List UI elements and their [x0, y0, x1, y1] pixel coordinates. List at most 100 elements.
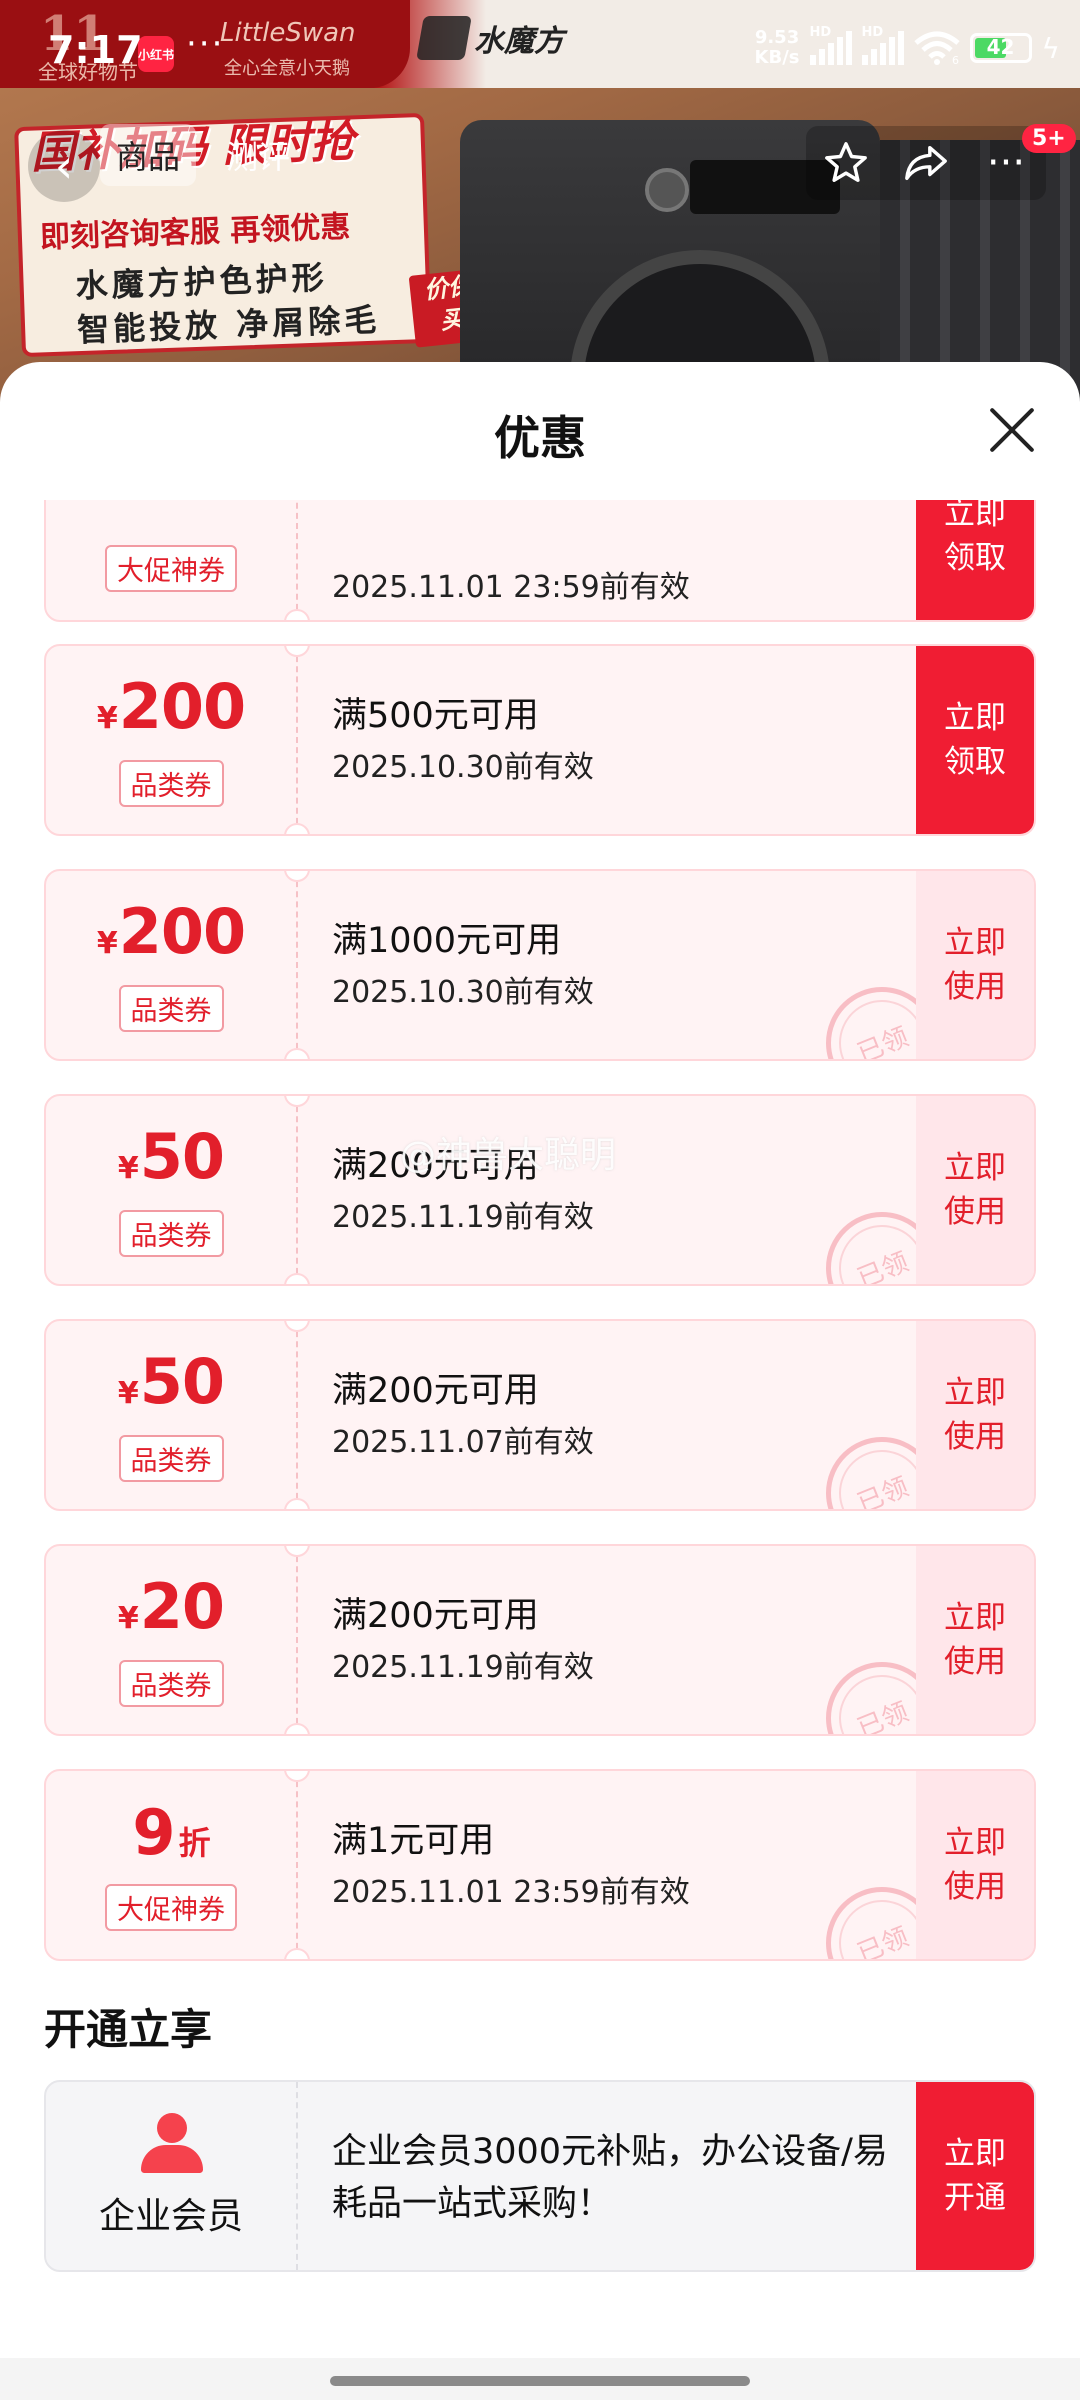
coupon-info: 满500元可用 2025.10.30前有效 [332, 694, 594, 786]
status-icons: 9.53 KB/s HD HD 6 42 ϟ [754, 25, 1060, 68]
coupon-tag: 品类券 [118, 1209, 224, 1257]
member-description: 企业会员3000元补贴，办公设备/易耗品一站式采购！ [332, 2132, 888, 2224]
coupon-value: ¥200 品类券 [46, 646, 296, 834]
sheet-title: 优惠 [494, 411, 586, 465]
coupon-value: ¥50 品类券 [46, 1321, 296, 1509]
coupon-sheet: 优惠 大促神券 2025.11.01 23:59前有效 立即 领取 ¥200 品类… [0, 362, 1080, 2400]
coupon-value: 大促神券 [46, 500, 296, 620]
currency-symbol: ¥ [117, 1375, 139, 1411]
coupon-amount-value: 200 [118, 894, 246, 968]
coupon-amount-value: 200 [118, 669, 246, 743]
share-button[interactable] [898, 135, 954, 191]
coupon-amount: ¥200 [97, 673, 246, 752]
coupon-card: ¥50 品类券 满200元可用 2025.11.07前有效 已领 立即 使用 [44, 1319, 1036, 1511]
coupon-amount: ¥200 [96, 898, 246, 977]
coupon-info: 满200元可用 2025.11.07前有效 [332, 1369, 594, 1461]
use-coupon-button[interactable]: 立即 使用 [916, 1771, 1034, 1959]
close-icon[interactable] [986, 404, 1038, 456]
coupon-card: 9折 大促神券 满1元可用 2025.11.01 23:59前有效 已领 立即使… [44, 1769, 1036, 1961]
promo-feature-2: 智能投放 净屑除毛 [76, 300, 381, 350]
coupon-card: ¥200 品类券 满1000元可用 2025.10.30前有效 已领 立即 使用 [44, 869, 1036, 1061]
coupon-condition: 满1元可用 [332, 1821, 495, 1861]
clock: 7:17 [48, 28, 143, 72]
wifi-label: 6 [952, 54, 959, 65]
coupon-action-label: 立即 使用 [944, 1825, 1006, 1905]
coupon-tag: 大促神券 [105, 1883, 237, 1931]
coupon-info: 满1元可用 2025.11.01 23:59前有效 [332, 1819, 690, 1911]
tab-review[interactable]: 测评 [210, 124, 306, 186]
claim-coupon-button[interactable]: 立即 领取 [916, 500, 1034, 620]
signal-icon: HD [809, 25, 852, 65]
coupon-card: ¥200 品类券 满500元可用 2025.10.30前有效 立即 领取 [44, 644, 1036, 836]
hd-label: HD [809, 25, 832, 40]
coupon-value: 9折 大促神券 [46, 1771, 296, 1959]
coupon-value: ¥20 品类券 [46, 1546, 296, 1734]
coupon-action-label: 立即 使用 [944, 1600, 1006, 1680]
washer-dial [645, 168, 689, 212]
star-icon [825, 142, 867, 182]
coupon-card: 大促神券 2025.11.01 23:59前有效 立即 领取 [44, 500, 1036, 622]
coupon-tag: 大促神券 [105, 545, 237, 592]
currency-symbol: ¥ [117, 1600, 139, 1636]
wifi-icon: 6 [913, 31, 960, 65]
coupon-card: ¥20 品类券 满200元可用 2025.11.19前有效 已领 立即 使用 [44, 1544, 1036, 1736]
back-button[interactable]: ‹ [28, 130, 100, 202]
open-membership-button[interactable]: 立即 开通 [916, 2082, 1034, 2270]
page-tabs: 商品 测评 [100, 124, 306, 186]
coupon-action-label: 立即 领取 [944, 500, 1006, 576]
hd-label-2: HD [861, 25, 884, 40]
use-coupon-button[interactable]: 立即 使用 [916, 1096, 1034, 1284]
coupon-condition: 满200元可用 [332, 1146, 539, 1186]
coupon-expiry: 2025.11.01 23:59前有效 [332, 570, 690, 605]
coupon-expiry: 2025.11.01 23:59前有效 [332, 1875, 690, 1910]
coupon-value: ¥200 品类券 [46, 871, 296, 1059]
coupon-action-label: 立即 使用 [944, 1375, 1006, 1455]
coupon-condition: 满200元可用 [332, 1596, 539, 1636]
use-coupon-button[interactable]: 立即 使用 [916, 1321, 1034, 1509]
tab-product[interactable]: 商品 [100, 124, 197, 186]
coupon-amount: 9折 [132, 1799, 211, 1876]
coupon-expiry: 2025.11.07前有效 [332, 1425, 594, 1460]
currency-symbol: ¥ [96, 925, 118, 961]
coupon-tag: 品类券 [118, 984, 224, 1032]
coupon-amount: ¥20 [117, 1573, 225, 1652]
section-title: 开通立享 [44, 2005, 213, 2054]
coupon-expiry: 2025.11.19前有效 [332, 1650, 594, 1685]
currency-symbol: ¥ [117, 1150, 139, 1186]
battery-level: 42 [986, 35, 1015, 59]
discount-unit: 折 [178, 1823, 211, 1862]
coupon-card: ¥50 品类券 满200元可用 2025.11.19前有效 已领 立即 使用 [44, 1094, 1036, 1286]
coupon-info: 满200元可用 2025.11.19前有效 [332, 1144, 594, 1236]
coupon-expiry: 2025.10.30前有效 [332, 975, 594, 1010]
use-coupon-button[interactable]: 立即 使用 [916, 871, 1034, 1059]
coupon-action-label: 立即 使用 [944, 1150, 1006, 1230]
page-actions: ··· [806, 126, 1046, 200]
battery-icon: 42 [969, 33, 1032, 63]
network-speed-unit: KB/s [754, 47, 800, 68]
home-indicator[interactable] [330, 2376, 750, 2386]
more-icon: ··· [986, 140, 1026, 186]
coupon-info: 满200元可用 2025.11.19前有效 [332, 1594, 594, 1686]
member-action-label: 立即 开通 [944, 2136, 1006, 2216]
coupon-info: 满1000元可用 2025.10.30前有效 [332, 919, 594, 1011]
coupon-amount: ¥50 [117, 1348, 225, 1427]
coupon-tag: 品类券 [118, 1434, 224, 1482]
promo-consult: 即刻咨询客服 再领优惠 [39, 209, 351, 256]
use-coupon-button[interactable]: 立即 使用 [916, 1546, 1034, 1734]
enterprise-member-card: 企业会员 企业会员3000元补贴，办公设备/易耗品一站式采购！ 立即 开通 [44, 2080, 1036, 2272]
charging-icon: ϟ [1041, 31, 1060, 65]
coupon-condition: 满200元可用 [332, 1371, 539, 1411]
coupon-amount: ¥50 [117, 1123, 225, 1202]
coupon-info: 2025.11.01 23:59前有效 [332, 558, 690, 606]
claim-coupon-button[interactable]: 立即 领取 [916, 646, 1034, 834]
coupon-amount-value: 20 [139, 1569, 225, 1643]
coupon-action-label: 立即 使用 [944, 925, 1006, 1005]
more-notifications-icon: ··· [186, 24, 225, 64]
coupon-amount-value: 50 [139, 1119, 225, 1193]
coupon-condition: 满500元可用 [332, 696, 539, 736]
coupon-amount-value: 50 [139, 1344, 225, 1418]
coupon-expiry: 2025.11.19前有效 [332, 1200, 594, 1235]
favorite-button[interactable] [818, 135, 874, 191]
status-bar: 7:17 ··· 9.53 KB/s HD HD 6 42 ϟ [0, 0, 1080, 80]
coupon-amount-value: 9 [132, 1795, 175, 1869]
